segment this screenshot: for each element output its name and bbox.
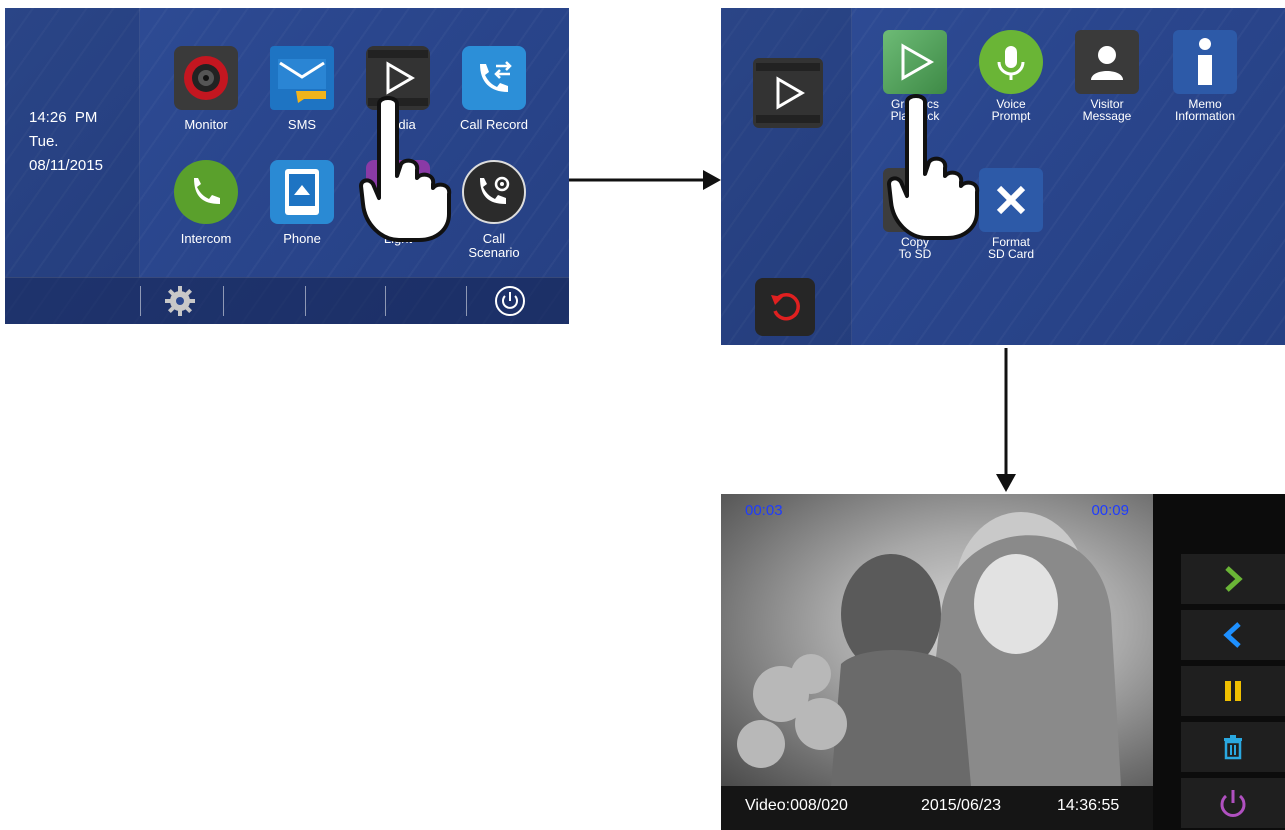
app-label: Call Scenario bbox=[468, 231, 520, 260]
total-time: 00:09 bbox=[1091, 502, 1129, 519]
play-film-icon bbox=[753, 58, 823, 128]
next-icon bbox=[1225, 566, 1243, 592]
play-film-icon bbox=[366, 46, 430, 110]
next-button[interactable] bbox=[1181, 554, 1285, 604]
video-time: 14:36:55 bbox=[1057, 797, 1120, 814]
delete-button[interactable] bbox=[1181, 722, 1285, 772]
clock-time: 14:26 PM bbox=[29, 109, 98, 126]
app-label: Intercom bbox=[180, 231, 232, 246]
app-call-record[interactable]: Call Record bbox=[446, 46, 542, 132]
app-label: Voice Prompt bbox=[991, 97, 1031, 123]
app-label: Visitor Message bbox=[1082, 97, 1132, 123]
home-screen: 14:26 PM Tue. 08/11/2015 Monitor SMS Med… bbox=[5, 8, 569, 324]
app-monitor[interactable]: Monitor bbox=[158, 46, 254, 132]
previous-icon bbox=[1223, 622, 1241, 648]
app-label: Monitor bbox=[184, 117, 228, 132]
app-graphics-playback[interactable]: Graphics Playback bbox=[865, 30, 965, 122]
pause-button[interactable] bbox=[1181, 666, 1285, 716]
clock-day: Tue. bbox=[29, 133, 59, 150]
light-icon bbox=[366, 160, 430, 224]
app-label: Format SD Card bbox=[987, 235, 1034, 261]
app-label: Memo Information bbox=[1174, 97, 1236, 123]
media-side-panel bbox=[721, 8, 852, 345]
microphone-icon bbox=[979, 30, 1043, 94]
app-light[interactable]: Light bbox=[350, 160, 446, 246]
tablet-icon bbox=[270, 160, 334, 224]
person-icon bbox=[1075, 30, 1139, 94]
app-phone[interactable]: Phone bbox=[254, 160, 350, 246]
divider bbox=[466, 286, 467, 316]
bottom-bar bbox=[5, 277, 569, 324]
app-media[interactable]: Media bbox=[350, 46, 446, 132]
app-label: Call Record bbox=[460, 117, 528, 132]
video-date: 2015/06/23 bbox=[921, 797, 1002, 814]
phone-handset-icon bbox=[174, 160, 238, 224]
media-screen: Graphics Playback Voice Prompt Visitor M… bbox=[721, 8, 1285, 345]
power-button[interactable] bbox=[1181, 778, 1285, 828]
previous-button[interactable] bbox=[1181, 610, 1285, 660]
app-memo-information[interactable]: Memo Information bbox=[1155, 30, 1255, 122]
camera-icon bbox=[174, 46, 238, 110]
clock: 14:26 PM Tue. 08/11/2015 bbox=[29, 106, 103, 178]
gear-icon[interactable] bbox=[163, 284, 197, 323]
app-sms[interactable]: SMS bbox=[254, 46, 350, 132]
envelope-icon bbox=[270, 46, 334, 110]
video-counter: Video:008/020 bbox=[745, 797, 848, 814]
playback-image: 00:03 00:09 bbox=[721, 494, 1153, 786]
delete-icon bbox=[1224, 735, 1242, 760]
copy-icon bbox=[883, 168, 947, 232]
play-icon bbox=[883, 30, 947, 94]
power-icon[interactable] bbox=[494, 285, 526, 322]
power-icon bbox=[1220, 790, 1246, 817]
app-format-sd-card[interactable]: Format SD Card bbox=[961, 168, 1061, 260]
divider bbox=[140, 286, 141, 316]
arrow-down-icon bbox=[996, 348, 1016, 492]
call-transfer-icon bbox=[462, 46, 526, 110]
app-label: Graphics Playback bbox=[890, 97, 940, 123]
clock-date: 08/11/2015 bbox=[29, 157, 103, 174]
divider bbox=[385, 286, 386, 316]
app-call-scenario[interactable]: Call Scenario bbox=[446, 160, 542, 260]
pause-icon bbox=[1225, 681, 1241, 701]
app-voice-prompt[interactable]: Voice Prompt bbox=[961, 30, 1061, 122]
app-label: Phone bbox=[283, 231, 321, 246]
playback-screen: 00:03 00:09 Video:008/020 2015/06/23 14:… bbox=[721, 494, 1285, 830]
datetime-panel: 14:26 PM Tue. 08/11/2015 bbox=[5, 8, 140, 278]
info-icon bbox=[1173, 30, 1237, 94]
elapsed-time: 00:03 bbox=[745, 502, 783, 519]
app-visitor-message[interactable]: Visitor Message bbox=[1057, 30, 1157, 122]
app-copy-to-sd[interactable]: Copy To SD bbox=[865, 168, 965, 260]
app-label: Media bbox=[380, 117, 416, 132]
phone-gear-icon bbox=[462, 160, 526, 224]
app-label: Light bbox=[383, 231, 413, 246]
divider bbox=[305, 286, 306, 316]
app-label: SMS bbox=[287, 117, 317, 132]
divider bbox=[223, 286, 224, 316]
status-bar: Video:008/020 2015/06/23 14:36:55 bbox=[721, 786, 1153, 830]
close-icon bbox=[979, 168, 1043, 232]
back-icon[interactable] bbox=[755, 278, 815, 336]
arrow-right-icon bbox=[569, 170, 721, 190]
app-label: Copy To SD bbox=[898, 235, 932, 261]
app-intercom[interactable]: Intercom bbox=[158, 160, 254, 246]
